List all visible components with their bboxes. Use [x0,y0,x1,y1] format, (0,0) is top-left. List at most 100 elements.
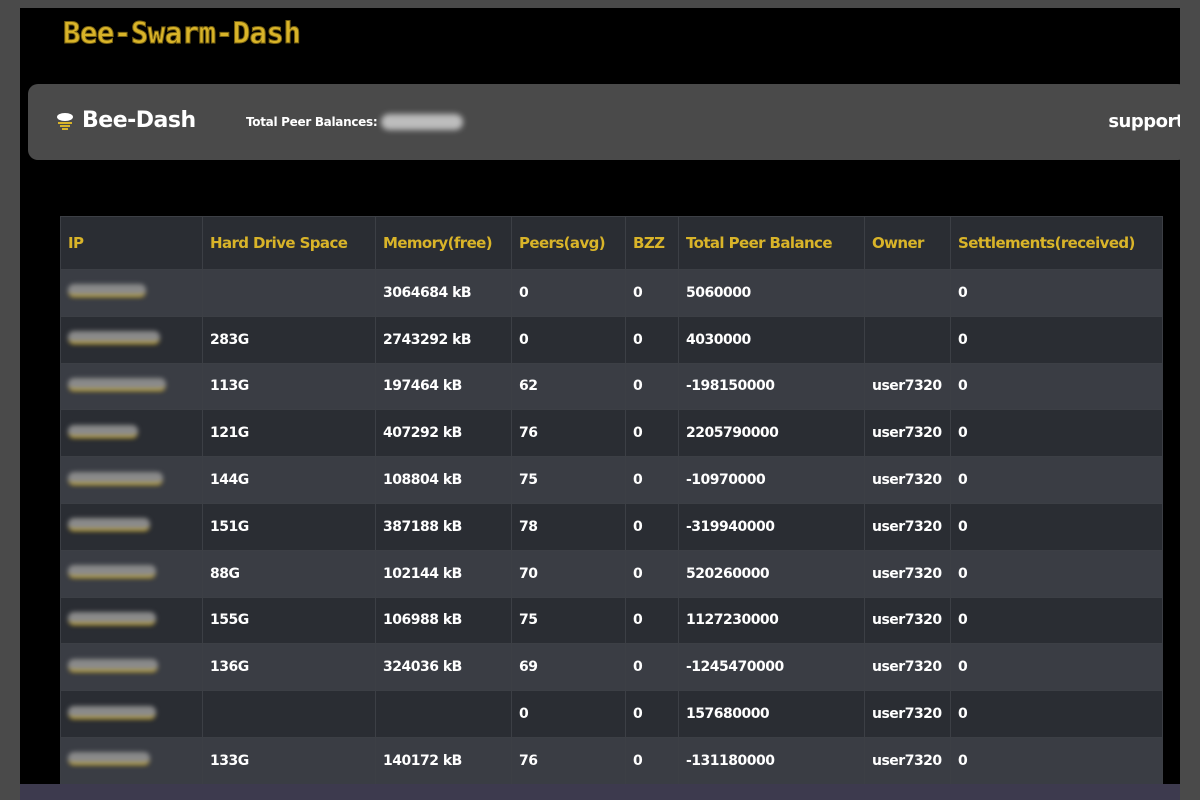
ip-link-redacted[interactable] [68,752,150,766]
memory-cell: 387188 kB [375,502,512,551]
hdd-cell [202,690,376,738]
col-header-ip[interactable]: IP [60,216,203,270]
peers-cell: 78 [511,502,626,551]
bzz-cell: 0 [625,502,679,551]
ip-link-redacted[interactable] [68,658,158,672]
ip-link-redacted[interactable] [68,424,138,438]
total-peer-balances-value-redacted [381,114,464,130]
peers-cell: 0 [511,315,626,364]
owner-cell: user7320 [864,690,951,738]
balance-cell: 1127230000 [678,596,865,645]
col-header-owner[interactable]: Owner [864,216,951,270]
peers-cell: 75 [511,456,626,504]
bzz-cell: 0 [625,362,679,411]
owner-cell: user7320 [864,502,951,551]
balance-cell: 520260000 [678,549,865,598]
table-row: 88G 102144 kB 70 0 520260000 user7320 0 [60,549,1163,598]
ip-cell [60,643,203,692]
bzz-cell: 0 [625,596,679,645]
support-link[interactable]: support [1108,111,1180,132]
ip-cell [60,690,203,738]
settlements-cell: 0 [950,456,1163,504]
bzz-cell: 0 [625,269,679,317]
navbar: Bee-Dash Total Peer Balances: support [28,84,1180,160]
ip-link-redacted[interactable] [68,705,156,719]
table-header-row: IP Hard Drive Space Memory(free) Peers(a… [60,216,1163,270]
table-row: 144G 108804 kB 75 0 -10970000 user7320 0 [60,456,1163,504]
memory-cell: 2743292 kB [375,315,512,364]
memory-cell: 108804 kB [375,456,512,504]
memory-cell: 324036 kB [375,643,512,692]
col-header-bzz[interactable]: BZZ [625,216,679,270]
settlements-cell: 0 [950,315,1163,364]
settlements-cell: 0 [950,736,1163,784]
nodes-table-container: IP Hard Drive Space Memory(free) Peers(a… [60,216,1163,784]
bzz-cell: 0 [625,456,679,504]
settlements-cell: 0 [950,690,1163,738]
peers-cell: 70 [511,549,626,598]
settlements-cell: 0 [950,502,1163,551]
col-header-peers[interactable]: Peers(avg) [511,216,626,270]
ip-link-redacted[interactable] [68,471,163,485]
brand-name: Bee-Dash [82,108,196,133]
hdd-cell: 121G [202,409,376,458]
ip-link-redacted[interactable] [68,518,150,532]
table-row: 151G 387188 kB 78 0 -319940000 user7320 0 [60,502,1163,551]
ip-cell [60,269,203,317]
peers-cell: 69 [511,643,626,692]
peers-cell: 76 [511,409,626,458]
balance-cell: -198150000 [678,362,865,411]
memory-cell: 197464 kB [375,362,512,411]
ip-cell [60,736,203,784]
settlements-cell: 0 [950,409,1163,458]
ip-link-redacted[interactable] [68,377,166,391]
ip-cell [60,549,203,598]
ip-link-redacted[interactable] [68,611,156,625]
owner-cell: user7320 [864,596,951,645]
balance-cell: -319940000 [678,502,865,551]
table-row: 136G 324036 kB 69 0 -1245470000 user7320 0 [60,643,1163,692]
brand-link[interactable]: Bee-Dash [54,108,196,133]
window-bottom-bar [20,784,1180,800]
owner-cell: user7320 [864,456,951,504]
owner-cell: user7320 [864,549,951,598]
balance-cell: 2205790000 [678,409,865,458]
hdd-cell [202,269,376,317]
hdd-cell: 133G [202,736,376,784]
memory-cell: 140172 kB [375,736,512,784]
hdd-cell: 88G [202,549,376,598]
peers-cell: 75 [511,596,626,645]
settlements-cell: 0 [950,643,1163,692]
table-row: 3064684 kB 0 0 5060000 0 [60,269,1163,317]
ip-cell [60,456,203,504]
col-header-settlements[interactable]: Settlements(received) [950,216,1163,270]
peers-cell: 62 [511,362,626,411]
memory-cell: 3064684 kB [375,269,512,317]
ip-link-redacted[interactable] [68,331,160,345]
ip-cell [60,409,203,458]
memory-cell: 106988 kB [375,596,512,645]
memory-cell: 407292 kB [375,409,512,458]
balance-cell: 5060000 [678,269,865,317]
ip-link-redacted[interactable] [68,284,146,298]
memory-cell [375,690,512,738]
ip-cell [60,502,203,551]
page-title: Bee-Swarm-Dash [62,16,301,51]
ip-link-redacted[interactable] [68,565,156,579]
col-header-memory[interactable]: Memory(free) [375,216,512,270]
balance-cell: -131180000 [678,736,865,784]
bee-icon [57,112,73,130]
table-row: 113G 197464 kB 62 0 -198150000 user7320 0 [60,362,1163,411]
ip-cell [60,315,203,364]
hdd-cell: 283G [202,315,376,364]
owner-cell: user7320 [864,409,951,458]
nodes-table: IP Hard Drive Space Memory(free) Peers(a… [60,216,1163,784]
hdd-cell: 144G [202,456,376,504]
hdd-cell: 151G [202,502,376,551]
bzz-cell: 0 [625,549,679,598]
ip-cell [60,596,203,645]
col-header-balance[interactable]: Total Peer Balance [678,216,865,270]
col-header-hdd[interactable]: Hard Drive Space [202,216,376,270]
app-window: Bee-Swarm-Dash Bee-Dash Total Peer Balan… [20,8,1180,784]
hdd-cell: 113G [202,362,376,411]
